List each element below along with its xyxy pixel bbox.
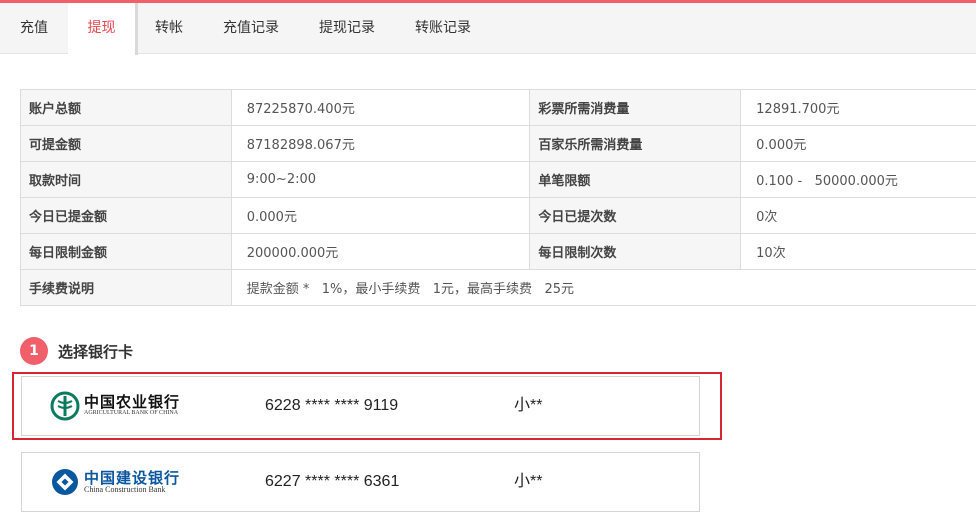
value-daily-limit-count: 10次 xyxy=(740,233,976,270)
bank-name-cn: 中国农业银行 xyxy=(84,393,181,411)
card-number: 6228 **** **** 9119 xyxy=(265,397,399,414)
value-lottery-required: 12891.700元 xyxy=(740,89,976,126)
tab-withdraw-records[interactable]: 提现记录 xyxy=(319,3,375,54)
tab-bar: 充值 提现 转帐 充值记录 提现记录 转账记录 xyxy=(0,3,976,55)
label-baccarat-required: 百家乐所需消费量 xyxy=(529,125,742,162)
value-today-withdrawn: 0.000元 xyxy=(230,197,531,234)
label-total-balance: 账户总额 xyxy=(20,89,232,126)
value-single-limit: 0.100 - 50000.000元 xyxy=(740,161,976,198)
bank-card-abc[interactable]: 中国农业银行 AGRICULTURAL BANK OF CHINA 6228 *… xyxy=(21,376,700,436)
ccb-bank-logo-icon xyxy=(52,469,78,495)
label-today-withdrawn: 今日已提金额 xyxy=(20,197,232,234)
abc-bank-logo-icon xyxy=(50,391,80,421)
bank-logo: 中国农业银行 AGRICULTURAL BANK OF CHINA xyxy=(50,391,200,423)
bank-logo: 中国建设银行 China Construction Bank xyxy=(50,467,200,499)
value-withdraw-time: 9:00~2:00 xyxy=(230,161,531,198)
table-row: 可提金额 87182898.067元 百家乐所需消费量 0.000元 xyxy=(20,125,976,162)
bank-name-en: China Construction Bank xyxy=(84,485,166,494)
card-number: 6227 **** **** 6361 xyxy=(265,473,400,490)
tab-transfer[interactable]: 转帐 xyxy=(155,3,183,54)
label-daily-limit-count: 每日限制次数 xyxy=(529,233,742,270)
account-info-table: 账户总额 87225870.400元 彩票所需消费量 12891.700元 可提… xyxy=(20,89,976,306)
label-lottery-required: 彩票所需消费量 xyxy=(529,89,742,126)
tab-transfer-records[interactable]: 转账记录 xyxy=(415,3,471,54)
label-single-limit: 单笔限额 xyxy=(529,161,742,198)
tab-withdraw[interactable]: 提现 xyxy=(68,3,138,55)
value-total-balance: 87225870.400元 xyxy=(230,89,531,126)
value-today-count: 0次 xyxy=(740,197,976,234)
label-today-count: 今日已提次数 xyxy=(529,197,742,234)
tab-recharge-records[interactable]: 充值记录 xyxy=(223,3,279,54)
step-select-bank-card: 1 选择银行卡 xyxy=(20,336,133,366)
bank-card-ccb[interactable]: 中国建设银行 China Construction Bank 6227 ****… xyxy=(21,452,700,512)
label-withdraw-time: 取款时间 xyxy=(20,161,232,198)
card-holder: 小** xyxy=(514,397,543,414)
label-daily-limit-amount: 每日限制金额 xyxy=(20,233,232,270)
table-row: 手续费说明 提款金额 * 1%，最小手续费 1元，最高手续费 25元 xyxy=(20,269,976,306)
card-holder: 小** xyxy=(514,473,543,490)
table-row: 账户总额 87225870.400元 彩票所需消费量 12891.700元 xyxy=(20,89,976,126)
table-row: 今日已提金额 0.000元 今日已提次数 0次 xyxy=(20,197,976,234)
tab-recharge[interactable]: 充值 xyxy=(20,3,48,54)
value-fee-description: 提款金额 * 1%，最小手续费 1元，最高手续费 25元 xyxy=(230,269,976,306)
label-withdrawable: 可提金额 xyxy=(20,125,232,162)
table-row: 每日限制金额 200000.000元 每日限制次数 10次 xyxy=(20,233,976,270)
value-daily-limit-amount: 200000.000元 xyxy=(230,233,531,270)
value-baccarat-required: 0.000元 xyxy=(740,125,976,162)
step-number-badge: 1 xyxy=(20,337,48,365)
value-withdrawable: 87182898.067元 xyxy=(230,125,531,162)
bank-name-en: AGRICULTURAL BANK OF CHINA xyxy=(84,410,179,416)
table-row: 取款时间 9:00~2:00 单笔限额 0.100 - 50000.000元 xyxy=(20,161,976,198)
label-fee-description: 手续费说明 xyxy=(20,269,232,306)
step-title: 选择银行卡 xyxy=(58,342,134,361)
